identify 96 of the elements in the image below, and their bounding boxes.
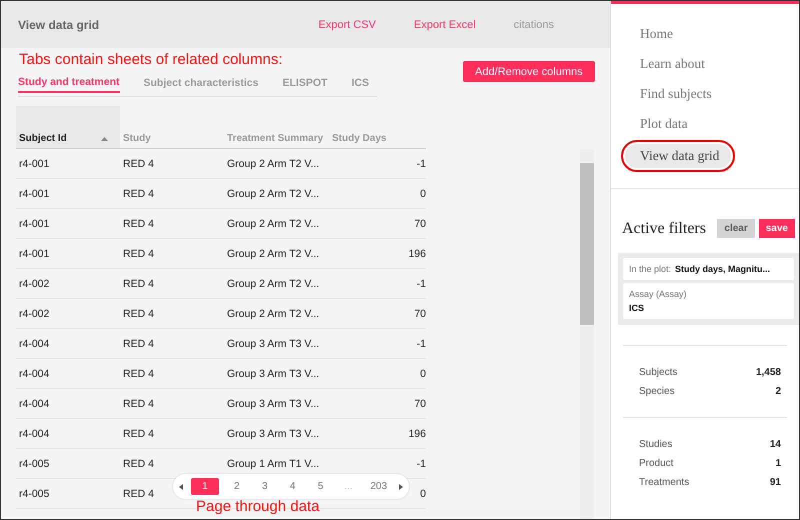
tab[interactable]: Subject characteristics bbox=[144, 70, 258, 93]
table-cell: RED 4 bbox=[123, 218, 154, 230]
header-link[interactable]: Export CSV bbox=[318, 18, 376, 30]
table-cell: RED 4 bbox=[123, 488, 154, 500]
sort-up-icon bbox=[101, 137, 108, 141]
filter-label: In the plot: bbox=[629, 264, 672, 274]
table-cell: Group 2 Arm T2 V... bbox=[227, 248, 320, 260]
table-cell: r4-004 bbox=[19, 368, 50, 380]
column-header[interactable]: Treatment Summary bbox=[224, 106, 329, 148]
column-header[interactable]: Study bbox=[120, 106, 224, 148]
clear-button[interactable]: clear bbox=[717, 219, 755, 238]
filter-card[interactable]: In the plot: Study days, Magnitu... bbox=[623, 258, 794, 280]
header-link[interactable]: citations bbox=[514, 18, 554, 30]
table-cell: Group 2 Arm T2 V... bbox=[227, 278, 320, 290]
table-cell: Group 3 Arm T3 V... bbox=[227, 338, 320, 350]
table-cell: r4-002 bbox=[19, 278, 50, 290]
page-button[interactable]: 1 bbox=[190, 478, 219, 495]
stat-label: Product bbox=[639, 458, 674, 469]
scrollbar[interactable] bbox=[580, 149, 594, 519]
stat-value: 1 bbox=[775, 458, 781, 469]
nav-item[interactable]: Find subjects bbox=[625, 84, 799, 104]
table-cell: RED 4 bbox=[123, 368, 154, 380]
table-cell: -1 bbox=[416, 278, 426, 290]
table-cell: RED 4 bbox=[123, 428, 154, 440]
table-cell: Group 3 Arm T3 V... bbox=[227, 368, 320, 380]
table-cell: 70 bbox=[414, 398, 426, 410]
stat-value: 91 bbox=[770, 477, 781, 488]
save-button[interactable]: save bbox=[758, 219, 795, 238]
add-remove-columns-button[interactable]: Add/Remove columns bbox=[463, 61, 595, 82]
table-cell: Group 3 Arm T3 V... bbox=[227, 398, 320, 410]
column-header[interactable]: Study Days bbox=[329, 106, 426, 148]
table-cell: Group 2 Arm T2 V... bbox=[227, 158, 320, 170]
table-cell: RED 4 bbox=[123, 278, 154, 290]
table-cell: r4-002 bbox=[19, 308, 50, 320]
filter-value: Study days, Magnitu... bbox=[675, 264, 770, 274]
table-cell: RED 4 bbox=[123, 308, 154, 320]
table-cell: r4-001 bbox=[19, 188, 50, 200]
column-header[interactable]: Subject Id bbox=[16, 106, 120, 148]
table-cell: RED 4 bbox=[123, 188, 154, 200]
table-cell: r4-005 bbox=[19, 458, 50, 470]
table-cell: Group 2 Arm T2 V... bbox=[227, 308, 320, 320]
nav-item[interactable]: Plot data bbox=[625, 114, 799, 134]
tab[interactable]: ICS bbox=[351, 70, 369, 93]
annotation-text: Page through data bbox=[196, 498, 320, 515]
page-button[interactable]: 2 bbox=[226, 478, 247, 495]
table-cell: r4-001 bbox=[19, 218, 50, 230]
page-button[interactable]: 5 bbox=[310, 478, 331, 495]
table-cell: r4-004 bbox=[19, 398, 50, 410]
stat-label: Studies bbox=[639, 439, 672, 450]
table-cell: 0 bbox=[420, 368, 426, 380]
stat-value: 2 bbox=[775, 386, 781, 397]
previous-icon[interactable] bbox=[179, 484, 183, 490]
stat-label: Species bbox=[639, 386, 675, 397]
table-cell: -1 bbox=[416, 338, 426, 350]
table-cell: -1 bbox=[416, 458, 426, 470]
next-icon[interactable] bbox=[398, 484, 403, 490]
table-cell: RED 4 bbox=[123, 158, 154, 170]
tab[interactable]: Study and treatment bbox=[18, 70, 120, 93]
filter-value: ICS bbox=[629, 303, 646, 313]
tab[interactable]: ELISPOT bbox=[282, 70, 328, 93]
annotation-text: Tabs contain sheets of related columns: bbox=[19, 51, 282, 68]
page-button[interactable]: 3 bbox=[254, 478, 275, 495]
table-cell: r4-001 bbox=[19, 158, 50, 170]
stat-value: 14 bbox=[770, 439, 781, 450]
table-cell: 0 bbox=[420, 188, 426, 200]
table-cell: 196 bbox=[408, 428, 426, 440]
nav-item[interactable]: Learn about bbox=[625, 54, 799, 74]
filter-label: Assay (Assay) bbox=[629, 289, 688, 299]
table-cell: RED 4 bbox=[123, 338, 154, 350]
table-cell: 0 bbox=[420, 488, 426, 500]
table-cell: 70 bbox=[414, 308, 426, 320]
filter-card[interactable]: Assay (Assay) ICS bbox=[623, 283, 794, 319]
table-cell: RED 4 bbox=[123, 398, 154, 410]
header-link[interactable]: Export Excel bbox=[414, 18, 476, 30]
page-button[interactable]: 203 bbox=[366, 478, 392, 495]
filters-title: Active filters bbox=[622, 220, 707, 238]
stat-label: Treatments bbox=[639, 477, 690, 488]
table-cell: 196 bbox=[408, 248, 426, 260]
table-cell: RED 4 bbox=[123, 458, 154, 470]
page-button[interactable]: 4 bbox=[282, 478, 303, 495]
table-cell: r4-004 bbox=[19, 338, 50, 350]
stat-value: 1,458 bbox=[756, 367, 781, 378]
table-cell: RED 4 bbox=[123, 248, 154, 260]
table-cell: r4-005 bbox=[19, 488, 50, 500]
table-cell: Group 2 Arm T2 V... bbox=[227, 218, 320, 230]
table-cell: Group 2 Arm T2 V... bbox=[227, 188, 320, 200]
nav-item[interactable]: View data grid bbox=[625, 144, 731, 168]
table-cell: -1 bbox=[416, 158, 426, 170]
nav-item[interactable]: Home bbox=[625, 24, 799, 44]
page-title: View data grid bbox=[18, 18, 100, 32]
table-cell: 70 bbox=[414, 218, 426, 230]
table-cell: Group 1 Arm T1 V... bbox=[227, 458, 320, 470]
table-cell: r4-004 bbox=[19, 428, 50, 440]
stat-label: Subjects bbox=[639, 367, 678, 378]
table-cell: Group 3 Arm T3 V... bbox=[227, 428, 320, 440]
table-cell: r4-001 bbox=[19, 248, 50, 260]
